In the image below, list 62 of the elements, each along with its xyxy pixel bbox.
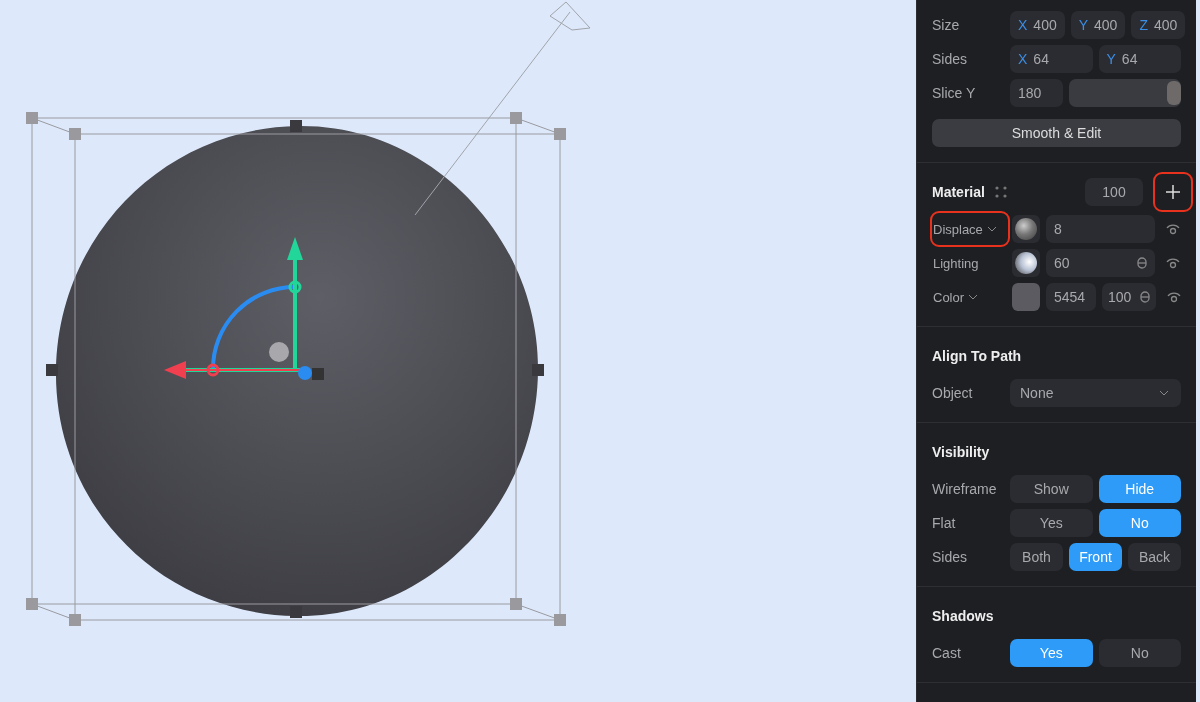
hex-field[interactable]: 5454	[1046, 283, 1096, 311]
field-label: Cast	[932, 645, 962, 661]
link-icon[interactable]	[1140, 291, 1150, 303]
layer-type-dropdown[interactable]: Displace	[930, 211, 1010, 247]
visibility-icon[interactable]	[1166, 290, 1182, 304]
layer-type-dropdown[interactable]: Lighting	[930, 245, 1010, 281]
texture-thumbnail[interactable]	[1012, 249, 1040, 277]
section-title: Material	[932, 184, 985, 200]
opacity-field[interactable]: 100	[1085, 178, 1143, 206]
field-label: Slice Y	[932, 85, 977, 101]
segment-button[interactable]: Show	[1010, 475, 1093, 503]
axis-label: X	[1018, 17, 1028, 33]
drag-handle-icon[interactable]	[994, 186, 1007, 198]
plus-icon	[1165, 184, 1181, 200]
layer-type-dropdown[interactable]: Color	[930, 279, 1010, 315]
segment-button[interactable]: Back	[1128, 543, 1181, 571]
field-value: 400	[1094, 17, 1118, 33]
number-field[interactable]: X 400	[1010, 11, 1065, 39]
axis-label: Y	[1106, 51, 1116, 67]
texture-thumbnail[interactable]	[1012, 215, 1040, 243]
number-field[interactable]: 180	[1010, 79, 1063, 107]
slider[interactable]	[1069, 79, 1181, 107]
field-value: 400	[1153, 17, 1178, 33]
axis-label: Z	[1139, 17, 1148, 33]
field-label: Sides	[932, 51, 969, 67]
value-field[interactable]: 60	[1046, 249, 1155, 277]
field-value: 8	[1054, 221, 1062, 237]
field-label: Size	[932, 17, 961, 33]
value-field[interactable]: 8	[1046, 215, 1155, 243]
axis-label: X	[1018, 51, 1028, 67]
field-label: Wireframe	[932, 481, 998, 497]
field-value: 64	[1033, 51, 1049, 67]
field-label: Flat	[932, 515, 957, 531]
section-title: Visibility	[932, 444, 990, 460]
visibility-icon[interactable]	[1165, 256, 1181, 270]
field-label: Object	[932, 385, 974, 401]
axis-label: Y	[1078, 17, 1089, 33]
chevron-down-icon	[1159, 390, 1169, 396]
number-field[interactable]: Y 400	[1070, 11, 1126, 39]
segment-button[interactable]: Yes	[1010, 509, 1093, 537]
field-label: Sides	[932, 549, 969, 565]
transform-gizmo-drawing[interactable]	[164, 237, 324, 380]
smooth-edit-button[interactable]: Smooth & Edit	[932, 119, 1181, 147]
number-field[interactable]: Z 400	[1131, 11, 1186, 39]
chevron-down-icon	[968, 294, 979, 300]
alpha-field[interactable]: 100	[1102, 283, 1156, 311]
chevron-down-icon	[986, 226, 997, 232]
object-dropdown[interactable]: None	[1010, 379, 1181, 407]
field-value: 400	[1033, 17, 1057, 33]
number-field[interactable]: X 64	[1010, 45, 1093, 73]
visibility-icon[interactable]	[1165, 222, 1181, 236]
section-title: Shadows	[932, 608, 994, 624]
field-value: 64	[1121, 51, 1138, 67]
segment-button[interactable]: No	[1098, 639, 1181, 667]
add-layer-button[interactable]	[1153, 172, 1193, 212]
field-value: 100	[1108, 289, 1132, 305]
field-value: 60	[1054, 255, 1070, 271]
segment-button[interactable]: Both	[1010, 543, 1063, 571]
link-icon[interactable]	[1137, 257, 1147, 269]
color-swatch[interactable]	[1012, 283, 1040, 311]
number-field[interactable]: Y 64	[1098, 45, 1181, 73]
section-title: Align To Path	[932, 348, 1022, 364]
